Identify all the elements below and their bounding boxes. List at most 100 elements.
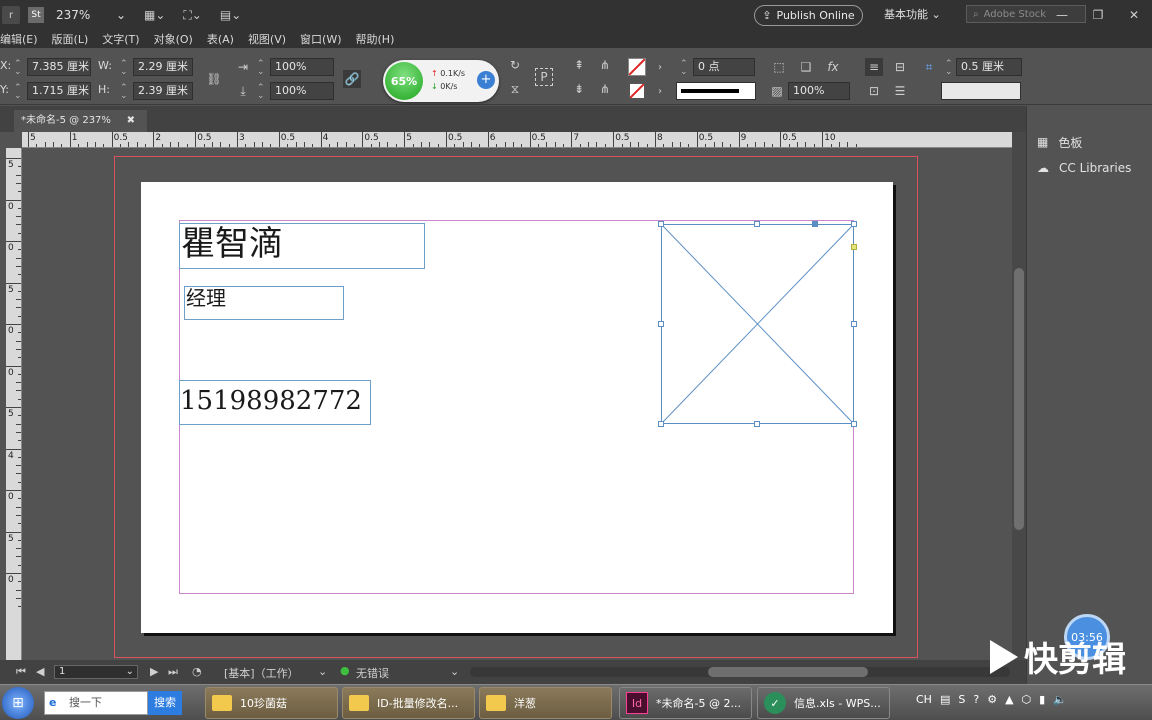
vertical-scrollbar[interactable] [1012, 132, 1026, 660]
next-page-icon[interactable]: ▶ [150, 665, 158, 678]
menu-object[interactable]: 对象(O) [154, 31, 193, 47]
network-speed-widget[interactable]: 65% ↑ 0.1K/s ↓ 0K/s + [383, 60, 499, 102]
menu-layout[interactable]: 版面(L) [52, 31, 89, 47]
close-icon[interactable]: ✖ [127, 110, 135, 132]
menu-view[interactable]: 视图(V) [248, 31, 286, 47]
horizontal-ruler[interactable]: 5 1 0.5 2 0.5 3 0.5 4 0.5 5 0.5 6 0.5 7 0.5 8 0.5 9 0.5 10 [22, 132, 1012, 148]
taskbar-item-indesign[interactable]: Id *未命名-5 @ 2... [619, 687, 752, 719]
app-logo-icon[interactable]: r [2, 6, 20, 24]
y-stepper-icon[interactable]: ⌃ ⌄ [14, 84, 22, 101]
menu-edit[interactable]: 编辑(E) [0, 31, 38, 47]
menu-type[interactable]: 文字(T) [102, 31, 139, 47]
maximize-icon[interactable]: ❐ [1080, 0, 1116, 30]
chevron-down-icon[interactable]: ⌄ [318, 665, 327, 678]
corner-shape-select[interactable] [941, 82, 1021, 100]
taskbar-item-wps[interactable]: ✓ 信息.xls - WPS... [757, 687, 890, 719]
fill-menu-icon[interactable]: › [651, 58, 669, 76]
taskbar-search-button[interactable]: 搜索 [148, 691, 182, 715]
wps-tray-icon[interactable]: S [958, 693, 965, 706]
page-number-select[interactable]: 1 ⌄ [54, 665, 138, 679]
show-hidden-icons[interactable]: ▲ [1005, 693, 1013, 706]
resize-handle[interactable] [754, 221, 760, 227]
taskbar-item-folder-2[interactable]: ID-批量修改名... [342, 687, 475, 719]
resize-handle[interactable] [754, 421, 760, 427]
height-field[interactable]: 2.39 厘米 [133, 82, 193, 100]
vertical-ruler[interactable]: 5 0 0 5 0 0 5 4 0 5 0 [6, 148, 22, 660]
scale-x-stepper-icon[interactable]: ⌃ ⌄ [257, 60, 265, 77]
y-position-field[interactable]: 1.715 厘米 [27, 82, 91, 100]
style-status[interactable]: [基本]（工作） [224, 665, 299, 681]
fill-none-icon[interactable] [628, 58, 646, 76]
align-top-icon[interactable]: ⇞ [570, 56, 588, 74]
minimize-icon[interactable]: — [1044, 0, 1080, 30]
input-method-indicator[interactable]: CH [916, 693, 932, 706]
settings-tray-icon[interactable]: ⚙ [987, 693, 997, 706]
resize-handle[interactable] [658, 421, 664, 427]
offset-field[interactable]: 0.5 厘米 [956, 58, 1022, 76]
phone-text-frame[interactable]: 15198982772 [179, 380, 371, 425]
taskbar-item-folder-1[interactable]: 10珍菌菇 [205, 687, 338, 719]
x-position-field[interactable]: 7.385 厘米 [27, 58, 91, 76]
screen-mode-icon[interactable]: ⛶⌄ [183, 8, 201, 23]
help-tray-icon[interactable]: ? [973, 693, 979, 706]
live-corner-handle[interactable] [851, 244, 857, 250]
distribute-icon[interactable]: ⋔ [596, 56, 614, 74]
arrange-documents-icon[interactable]: ▤⌄ [220, 8, 241, 22]
drop-shadow-icon[interactable]: ❑ [797, 58, 815, 76]
document-tray-icon[interactable]: ▤ [940, 693, 950, 706]
wrap-object-icon[interactable]: ⊡ [865, 82, 883, 100]
workspace-switcher[interactable]: 基本功能 ⌄ [884, 6, 941, 22]
taskbar-item-folder-3[interactable]: 洋葱 [479, 687, 612, 719]
image-placeholder-frame[interactable] [658, 221, 857, 427]
stock-app-icon[interactable]: St [28, 7, 44, 23]
opacity-field[interactable]: 100% [788, 82, 850, 100]
wrap-jump-icon[interactable]: ☰ [891, 82, 909, 100]
battery-tray-icon[interactable]: ▮ [1039, 693, 1045, 706]
stroke-menu-icon[interactable]: › [651, 82, 669, 100]
wrap-around-icon[interactable]: ⊟ [891, 58, 909, 76]
view-options-icon[interactable]: ▦⌄ [144, 8, 165, 22]
horizontal-scrollbar[interactable] [470, 667, 1010, 677]
menu-table[interactable]: 表(A) [207, 31, 234, 47]
close-icon[interactable]: ✕ [1116, 0, 1152, 30]
rotate-icon[interactable]: ↻ [506, 56, 524, 74]
taskbar-search-input[interactable]: e 搜一下 [44, 691, 148, 715]
name-text-frame[interactable]: 瞿智滴 [179, 223, 425, 269]
scale-y-stepper-icon[interactable]: ⌃ ⌄ [257, 84, 265, 101]
cc-libraries-panel-tab[interactable]: ☁ CC Libraries [1037, 158, 1131, 178]
zoom-dropdown[interactable]: 237% ⌄ [56, 8, 126, 22]
offset-stepper-icon[interactable]: ⌃ ⌄ [945, 60, 953, 77]
constrain-proportions-icon[interactable]: ⛓ [205, 70, 223, 88]
publish-online-button[interactable]: ⇪ Publish Online [754, 5, 863, 26]
last-page-icon[interactable]: ⏭ [168, 665, 178, 679]
resize-handle[interactable] [851, 421, 857, 427]
content-grabber-handle[interactable] [812, 221, 818, 227]
h-stepper-icon[interactable]: ⌃ ⌄ [120, 84, 128, 101]
flip-icon[interactable]: ⧖ [506, 80, 524, 98]
distribute-bottom-icon[interactable]: ⋔ [596, 80, 614, 98]
first-page-icon[interactable]: ⏮ [16, 665, 26, 679]
effects-icon[interactable]: fx [824, 58, 842, 76]
document-tab[interactable]: *未命名-5 @ 237% ✖ [14, 110, 147, 132]
menu-help[interactable]: 帮助(H) [356, 31, 395, 47]
document-page[interactable]: 瞿智滴 经理 15198982772 [141, 182, 893, 633]
scale-x-field[interactable]: 100% [270, 58, 334, 76]
swatches-panel-tab[interactable]: ▦ 色板 [1037, 132, 1082, 152]
volume-tray-icon[interactable]: 🔈 [1053, 693, 1067, 706]
prev-page-icon[interactable]: ◀ [36, 665, 44, 678]
link-scale-icon[interactable]: 🔗 [343, 70, 361, 88]
w-stepper-icon[interactable]: ⌃ ⌄ [120, 60, 128, 77]
title-text-frame[interactable]: 经理 [184, 286, 344, 320]
scale-y-field[interactable]: 100% [270, 82, 334, 100]
resize-handle[interactable] [851, 221, 857, 227]
width-field[interactable]: 2.29 厘米 [133, 58, 193, 76]
open-spread-icon[interactable]: ◔ [192, 665, 202, 678]
horizontal-scrollbar-thumb[interactable] [708, 667, 868, 677]
stroke-none-icon[interactable] [628, 82, 646, 100]
network-tray-icon[interactable]: ⬡ [1022, 693, 1032, 706]
frame-fitting-icon[interactable]: ⬚ [770, 58, 788, 76]
chevron-down-icon[interactable]: ⌄ [450, 665, 459, 678]
align-bottom-icon[interactable]: ⇟ [570, 80, 588, 98]
resize-handle[interactable] [851, 321, 857, 327]
start-button[interactable]: ⊞ [2, 687, 34, 719]
